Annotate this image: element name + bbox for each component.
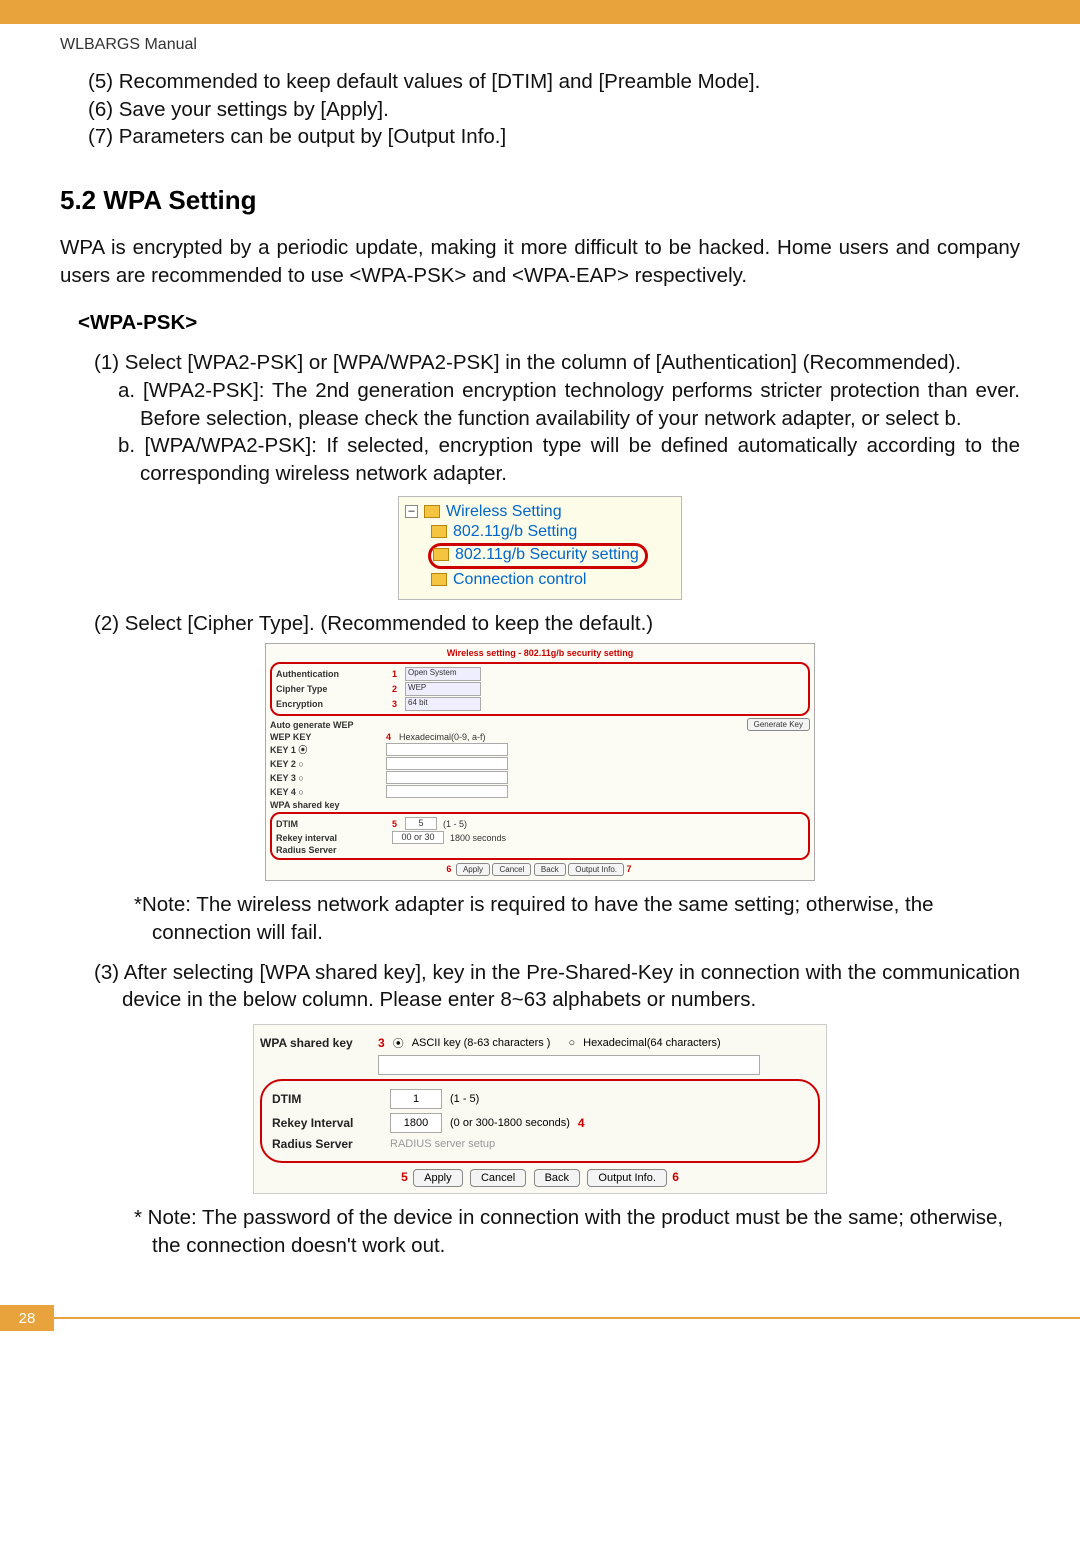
- fig2-callout-5: 5: [392, 819, 397, 829]
- fig2-auth-label: Authentication: [276, 669, 386, 679]
- fig3-rekey-hint: (0 or 300-1800 seconds): [450, 1117, 570, 1129]
- fig3-cancel-button[interactable]: Cancel: [470, 1169, 526, 1187]
- intro-item-5: (5) Recommended to keep default values o…: [88, 68, 1020, 96]
- tree-collapse-icon: –: [405, 505, 418, 518]
- page-number: 28: [0, 1305, 54, 1331]
- fig3-apply-button[interactable]: Apply: [413, 1169, 463, 1187]
- fig2-key4-input[interactable]: [386, 785, 508, 798]
- fig3-radius-label: Radius Server: [272, 1137, 382, 1151]
- folder-icon: [431, 573, 447, 586]
- fig3-radius-placeholder[interactable]: RADIUS server setup: [390, 1138, 495, 1150]
- step-1: (1) Select [WPA2-PSK] or [WPA/WPA2-PSK] …: [94, 349, 1020, 377]
- fig3-dtim-label: DTIM: [272, 1092, 382, 1106]
- fig3-dtim-input[interactable]: 1: [390, 1089, 442, 1109]
- folder-icon: [431, 525, 447, 538]
- settings-figure-3: WPA shared key 3 ⦿ ASCII key (8-63 chara…: [253, 1024, 827, 1194]
- fig3-rekey-input[interactable]: 1800: [390, 1113, 442, 1133]
- fig2-dtim-hint: (1 - 5): [443, 819, 467, 829]
- fig2-key1-input[interactable]: [386, 743, 508, 756]
- fig3-callout-4: 4: [578, 1116, 585, 1130]
- fig2-enc-select[interactable]: 64 bit: [405, 697, 481, 711]
- fig2-wepkey-label: WEP KEY: [270, 732, 380, 742]
- fig2-key4[interactable]: KEY 4 ○: [270, 787, 380, 797]
- manual-title: WLBARGS Manual: [60, 36, 1020, 54]
- step-1a: a. [WPA2-PSK]: The 2nd generation encryp…: [118, 377, 1020, 432]
- fig2-autogen-label: Auto generate WEP: [270, 720, 354, 730]
- fig3-callout-5: 5: [401, 1170, 408, 1184]
- fig2-hex-hint: Hexadecimal(0-9, a-f): [399, 732, 486, 742]
- fig2-callout-2: 2: [392, 684, 397, 694]
- fig2-key2-input[interactable]: [386, 757, 508, 770]
- fig2-rekey-input[interactable]: 00 or 30: [392, 831, 444, 844]
- fig2-wpa-shared-label: WPA shared key: [270, 800, 810, 810]
- fig2-callout-7: 7: [627, 864, 632, 874]
- tree-root-row: – Wireless Setting: [405, 503, 675, 521]
- fig2-radius-label: Radius Server: [276, 845, 386, 855]
- fig2-back-button[interactable]: Back: [534, 863, 566, 876]
- page-content: WLBARGS Manual (5) Recommended to keep d…: [0, 24, 1080, 1279]
- settings-figure-2: Wireless setting - 802.11g/b security se…: [265, 643, 815, 881]
- intro-item-7: (7) Parameters can be output by [Output …: [88, 123, 1020, 151]
- fig2-cipher-label: Cipher Type: [276, 684, 386, 694]
- tree-node-3-label: Connection control: [453, 571, 586, 589]
- top-orange-bar: [0, 0, 1080, 24]
- fig2-rekey-label: Rekey interval: [276, 833, 386, 843]
- fig2-key3[interactable]: KEY 3 ○: [270, 773, 380, 783]
- fig2-key1[interactable]: KEY 1 ⦿: [270, 743, 380, 756]
- tree-node-2-label: 802.11g/b Security setting: [455, 546, 639, 564]
- fig3-back-button[interactable]: Back: [534, 1169, 580, 1187]
- fig3-callout-6: 6: [672, 1170, 679, 1184]
- wpa-psk-heading: <WPA-PSK>: [78, 311, 1020, 335]
- tree-node-1-label: 802.11g/b Setting: [453, 523, 577, 541]
- fig3-wpa-label: WPA shared key: [260, 1036, 370, 1050]
- tree-node-2-highlight: 802.11g/b Security setting: [428, 543, 648, 569]
- tree-root-label: Wireless Setting: [446, 503, 562, 521]
- fig2-top-oval: Authentication 1 Open System Cipher Type…: [270, 662, 810, 716]
- fig2-callout-3: 3: [392, 699, 397, 709]
- section-paragraph: WPA is encrypted by a periodic update, m…: [60, 234, 1020, 289]
- step-3: (3) After selecting [WPA shared key], ke…: [94, 959, 1020, 1014]
- intro-item-6: (6) Save your settings by [Apply].: [88, 96, 1020, 124]
- step-2: (2) Select [Cipher Type]. (Recommended t…: [94, 610, 1020, 638]
- fig3-rekey-label: Rekey Interval: [272, 1116, 382, 1130]
- tree-node-1: 802.11g/b Setting: [431, 523, 675, 541]
- fig2-dtim-label: DTIM: [276, 819, 386, 829]
- note-2: *Note: The wireless network adapter is r…: [134, 891, 1020, 946]
- tree-figure: – Wireless Setting 802.11g/b Setting 802…: [398, 496, 682, 600]
- fig3-oval: DTIM 1 (1 - 5) Rekey Interval 1800 (0 or…: [260, 1079, 820, 1163]
- fig2-callout-4: 4: [386, 732, 391, 742]
- fig3-hex-label[interactable]: Hexadecimal(64 characters): [583, 1037, 721, 1049]
- fig2-cancel-button[interactable]: Cancel: [492, 863, 531, 876]
- fig2-dtim-input[interactable]: 5: [405, 817, 437, 830]
- fig2-callout-1: 1: [392, 669, 397, 679]
- fig2-apply-button[interactable]: Apply: [456, 863, 490, 876]
- fig2-output-button[interactable]: Output Info.: [568, 863, 624, 876]
- fig3-wpa-key-input[interactable]: [378, 1055, 760, 1075]
- fig2-enc-label: Encryption: [276, 699, 386, 709]
- tree-node-3: Connection control: [431, 571, 675, 589]
- fig2-callout-6: 6: [446, 864, 451, 874]
- folder-icon: [424, 505, 440, 518]
- fig2-auth-select[interactable]: Open System: [405, 667, 481, 681]
- fig2-title: Wireless setting - 802.11g/b security se…: [270, 648, 810, 658]
- fig3-dtim-hint: (1 - 5): [450, 1093, 479, 1105]
- footer: 28: [0, 1305, 1080, 1331]
- footer-line: [54, 1317, 1080, 1319]
- fig2-bottom-oval: DTIM 5 5 (1 - 5) Rekey interval 00 or 30…: [270, 812, 810, 860]
- fig2-rekey-hint: 1800 seconds: [450, 833, 506, 843]
- step-1b: b. [WPA/WPA2-PSK]: If selected, encrypti…: [118, 432, 1020, 487]
- fig3-callout-3: 3: [378, 1036, 385, 1050]
- folder-icon: [433, 548, 449, 561]
- note-3: * Note: The password of the device in co…: [134, 1204, 1020, 1259]
- fig3-output-button[interactable]: Output Info.: [587, 1169, 666, 1187]
- fig2-cipher-select[interactable]: WEP: [405, 682, 481, 696]
- section-heading: 5.2 WPA Setting: [60, 185, 1020, 216]
- fig2-key2[interactable]: KEY 2 ○: [270, 759, 380, 769]
- fig2-key3-input[interactable]: [386, 771, 508, 784]
- fig3-ascii-label[interactable]: ASCII key (8-63 characters ): [412, 1037, 551, 1049]
- fig2-generate-key-button[interactable]: Generate Key: [747, 718, 810, 731]
